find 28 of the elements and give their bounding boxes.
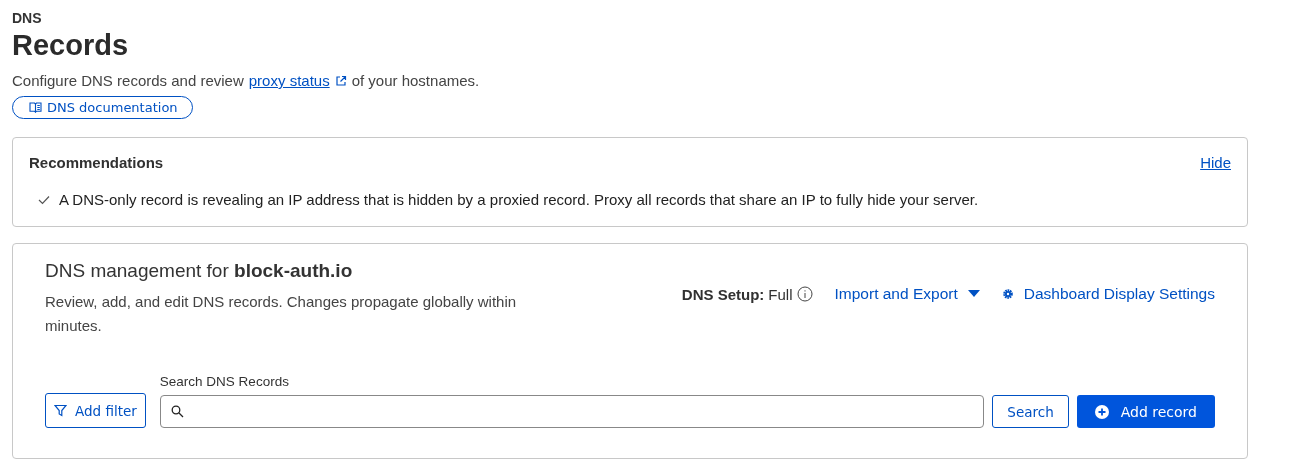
add-record-button[interactable]: Add record: [1076, 395, 1215, 428]
dns-setup-value: Full: [768, 285, 793, 303]
management-description: Review, add, and edit DNS records. Changes propagate globally within minutes.: [45, 292, 518, 336]
hide-link[interactable]: Hide: [1200, 154, 1231, 171]
recommendation-text: A DNS-only record is revealing an IP address that is hidden by a proxied record. Proxy all records that share an IP to fully hide your server.: [59, 191, 979, 208]
dns-setup-label: DNS Setup:: [681, 285, 765, 303]
external-link-icon: [334, 74, 347, 87]
plus-circle-icon: [1094, 404, 1109, 419]
dns-documentation-button[interactable]: DNS documentation: [12, 96, 193, 119]
info-icon[interactable]: [796, 286, 813, 302]
search-label: Search DNS Records: [159, 374, 290, 389]
intro-text: of your hostnames.: [351, 72, 480, 89]
gear-icon: [1001, 288, 1014, 300]
page-title: Records: [12, 29, 130, 62]
book-icon: [29, 102, 42, 113]
dashboard-display-settings-button[interactable]: Dashboard Display Settings: [1001, 285, 1215, 303]
search-field[interactable]: [159, 395, 985, 428]
recommendations-title: Recommendations: [29, 154, 164, 171]
management-title: DNS management for block-auth.io: [45, 260, 354, 282]
import-export-dropdown[interactable]: Import and Export: [834, 285, 980, 303]
search-button[interactable]: Search: [992, 395, 1069, 428]
breadcrumb: DNS: [12, 10, 43, 26]
proxy-status-link[interactable]: proxy status: [248, 72, 330, 89]
caret-icon: [967, 290, 980, 298]
filter-icon: [54, 404, 67, 417]
add-filter-button[interactable]: Add filter: [45, 393, 146, 428]
search-icon: [170, 405, 184, 418]
intro-text: Configure DNS records and review: [12, 72, 244, 89]
